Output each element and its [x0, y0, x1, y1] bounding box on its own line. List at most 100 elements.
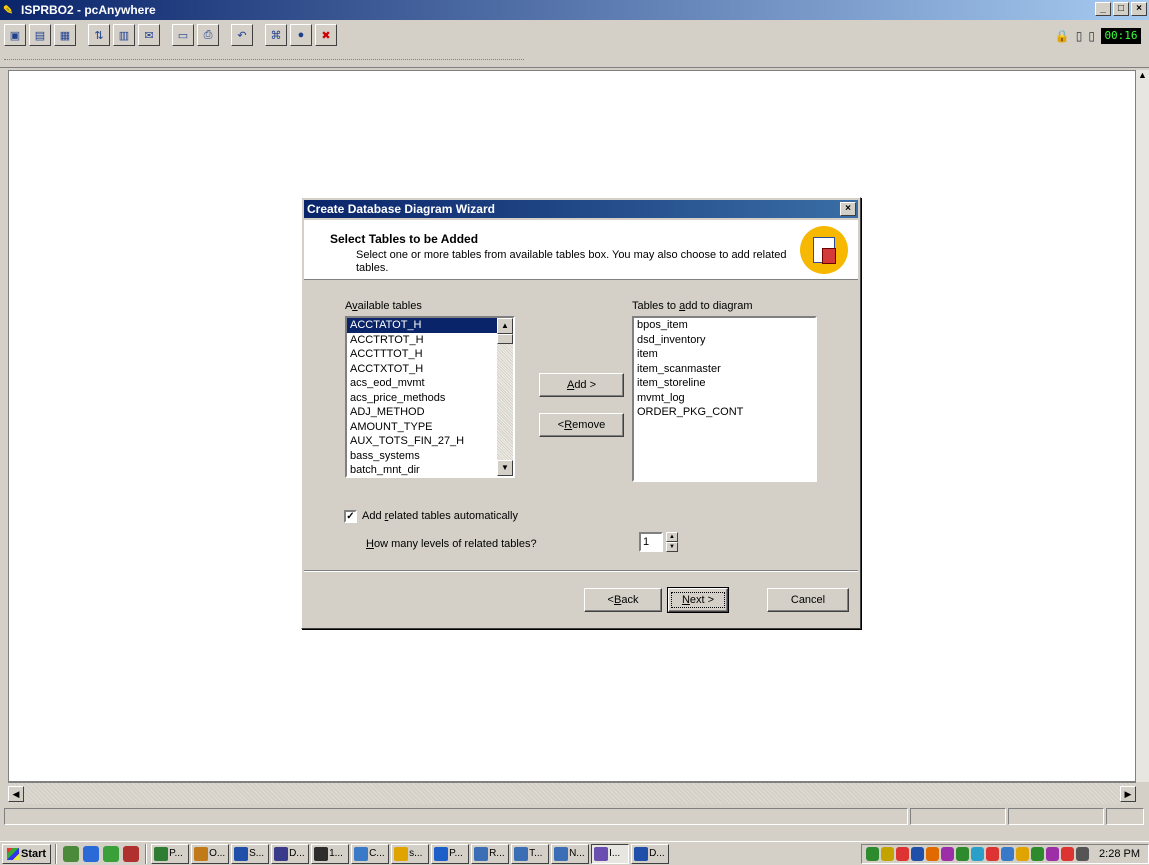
tray-app-icon[interactable] — [1061, 846, 1075, 861]
quicklaunch-outlook-icon[interactable] — [103, 845, 120, 862]
wizard-header: Select Tables to be Added Select one or … — [304, 220, 858, 280]
quicklaunch-app-icon[interactable] — [123, 845, 140, 862]
vertical-scrollbar[interactable]: ▲ — [1136, 70, 1149, 782]
maximize-button[interactable]: □ — [1113, 2, 1129, 16]
close-button[interactable]: × — [1131, 2, 1147, 16]
list-scroll-up-icon[interactable]: ▲ — [497, 318, 513, 334]
tray-app-icon[interactable] — [1001, 846, 1015, 861]
chat-icon[interactable]: ✉ — [138, 24, 160, 46]
available-table-item[interactable]: acs_eod_mvmt — [347, 376, 513, 391]
remove-button[interactable]: < Remove — [539, 413, 624, 437]
properties-icon[interactable]: ▦ — [54, 24, 76, 46]
tray-app-icon[interactable] — [911, 846, 925, 861]
available-table-item[interactable]: batch_mnt_dir — [347, 463, 513, 476]
tray-app-icon[interactable] — [1076, 846, 1090, 861]
diagram-table-item[interactable]: dsd_inventory — [634, 333, 815, 348]
toolbar-buttons: ▣ ▤ ▦ ⇅ ▥ ✉ ▭ ⎙ ↶ ⌘ ● ✖ — [4, 24, 337, 46]
scroll-up-icon[interactable]: ▲ — [1136, 70, 1149, 80]
add-related-checkbox[interactable]: ✓ — [344, 510, 357, 523]
taskbar-task-button[interactable]: 1... — [311, 843, 350, 864]
taskbar-task-button[interactable]: N... — [551, 843, 590, 864]
dialog-close-button[interactable]: × — [840, 202, 856, 216]
available-tables-scrollbar[interactable]: ▲ ▼ — [497, 318, 513, 476]
minimize-button[interactable]: _ — [1095, 2, 1111, 16]
tray-app-icon[interactable] — [1031, 846, 1045, 861]
taskbar-task-button[interactable]: C... — [351, 843, 390, 864]
scroll-left-icon[interactable]: ◀ — [8, 786, 24, 802]
available-table-item[interactable]: AMOUNT_TYPE — [347, 420, 513, 435]
available-tables-list[interactable]: ACCTATOT_H ACCTRTOT_H ACCTTTOT_H ACCTXTOT_H… — [345, 316, 515, 478]
spin-down-icon[interactable]: ▼ — [666, 542, 678, 552]
taskbar-task-button[interactable]: S... — [231, 843, 270, 864]
tray-app-icon[interactable] — [926, 846, 940, 861]
tray-app-icon[interactable] — [896, 846, 910, 861]
diagram-table-item[interactable]: ORDER_PKG_CONT — [634, 405, 815, 420]
spin-up-icon[interactable]: ▲ — [666, 532, 678, 542]
tray-app-icon[interactable] — [1046, 846, 1060, 861]
available-table-item[interactable]: ACCTTTOT_H — [347, 347, 513, 362]
tray-app-icon[interactable] — [941, 846, 955, 861]
task-label: P... — [169, 848, 183, 859]
diagram-tables-list[interactable]: bpos_item dsd_inventory item item_scanmaste… — [632, 316, 817, 482]
clipboard-icon[interactable]: ▥ — [113, 24, 135, 46]
next-button[interactable]: Next > — [667, 587, 729, 613]
cancel-button[interactable]: Cancel — [767, 588, 849, 612]
tray-app-icon[interactable] — [881, 846, 895, 861]
diagram-table-item[interactable]: item — [634, 347, 815, 362]
window-titlebar[interactable]: ✎ ISPRBO2 - pcAnywhere _ □ × — [0, 0, 1149, 20]
taskbar-task-button[interactable]: R... — [471, 843, 510, 864]
view-icon[interactable]: ▣ — [4, 24, 26, 46]
available-table-item[interactable]: ADJ_METHOD — [347, 405, 513, 420]
cad-icon[interactable]: ⌘ — [265, 24, 287, 46]
file-icon[interactable]: ▤ — [29, 24, 51, 46]
diagram-table-item[interactable]: bpos_item — [634, 318, 815, 333]
scroll-right-icon[interactable]: ▶ — [1120, 786, 1136, 802]
print-icon[interactable]: ⎙ — [197, 24, 219, 46]
diagram-table-item[interactable]: item_scanmaster — [634, 362, 815, 377]
available-table-item[interactable]: ACCTXTOT_H — [347, 362, 513, 377]
back-button[interactable]: < Back — [584, 588, 662, 612]
quicklaunch-ie-icon[interactable] — [83, 845, 100, 862]
available-table-item[interactable]: bass_systems — [347, 449, 513, 464]
available-table-item[interactable]: acs_price_methods — [347, 391, 513, 406]
status-bar — [0, 805, 1149, 827]
diagram-table-item[interactable]: mvmt_log — [634, 391, 815, 406]
diagram-table-item[interactable]: item_storeline — [634, 376, 815, 391]
undo-icon[interactable]: ↶ — [231, 24, 253, 46]
taskbar-task-button[interactable]: I... — [591, 843, 630, 864]
available-tables-label: Available tables — [345, 300, 422, 312]
record-icon[interactable]: ● — [290, 24, 312, 46]
tray-app-icon[interactable] — [956, 846, 970, 861]
tray-app-icon[interactable] — [1016, 846, 1030, 861]
taskbar-task-button[interactable]: D... — [271, 843, 310, 864]
list-scroll-down-icon[interactable]: ▼ — [497, 460, 513, 476]
levels-input[interactable]: 1 — [639, 532, 663, 552]
available-table-item[interactable]: ACCTRTOT_H — [347, 333, 513, 348]
screen-icon[interactable]: ▭ — [172, 24, 194, 46]
available-table-item[interactable]: AUX_TOTS_FIN_27_H — [347, 434, 513, 449]
taskbar-task-button[interactable]: P... — [151, 843, 190, 864]
available-table-item[interactable]: ACCTATOT_H — [347, 318, 513, 333]
tray-app-icon[interactable] — [866, 846, 880, 861]
taskbar-task-button[interactable]: T... — [511, 843, 550, 864]
taskbar-task-button[interactable]: D... — [631, 843, 670, 864]
tray-app-icon[interactable] — [971, 846, 985, 861]
levels-label: How many levels of related tables? — [366, 538, 537, 550]
add-related-label[interactable]: Add related tables automatically — [362, 510, 518, 522]
dialog-titlebar[interactable]: Create Database Diagram Wizard × — [304, 200, 858, 218]
transfer-icon[interactable]: ⇅ — [88, 24, 110, 46]
taskbar-task-button[interactable]: s... — [391, 843, 430, 864]
quicklaunch-desktop-icon[interactable] — [63, 845, 80, 862]
taskbar-task-button[interactable]: P... — [431, 843, 470, 864]
levels-spinner[interactable]: ▲ ▼ — [666, 532, 678, 552]
signal-bar-icon-2: ▯ — [1088, 29, 1095, 43]
add-button[interactable]: Add > — [539, 373, 624, 397]
horizontal-scrollbar[interactable]: ◀ ▶ — [8, 782, 1136, 804]
session-timer: 00:16 — [1101, 28, 1141, 44]
tray-app-icon[interactable] — [986, 846, 1000, 861]
taskbar-task-button[interactable]: O... — [191, 843, 230, 864]
list-scroll-thumb[interactable] — [497, 334, 513, 344]
start-button[interactable]: Start — [2, 843, 52, 864]
clock[interactable]: 2:28 PM — [1099, 848, 1140, 860]
end-session-icon[interactable]: ✖ — [315, 24, 337, 46]
